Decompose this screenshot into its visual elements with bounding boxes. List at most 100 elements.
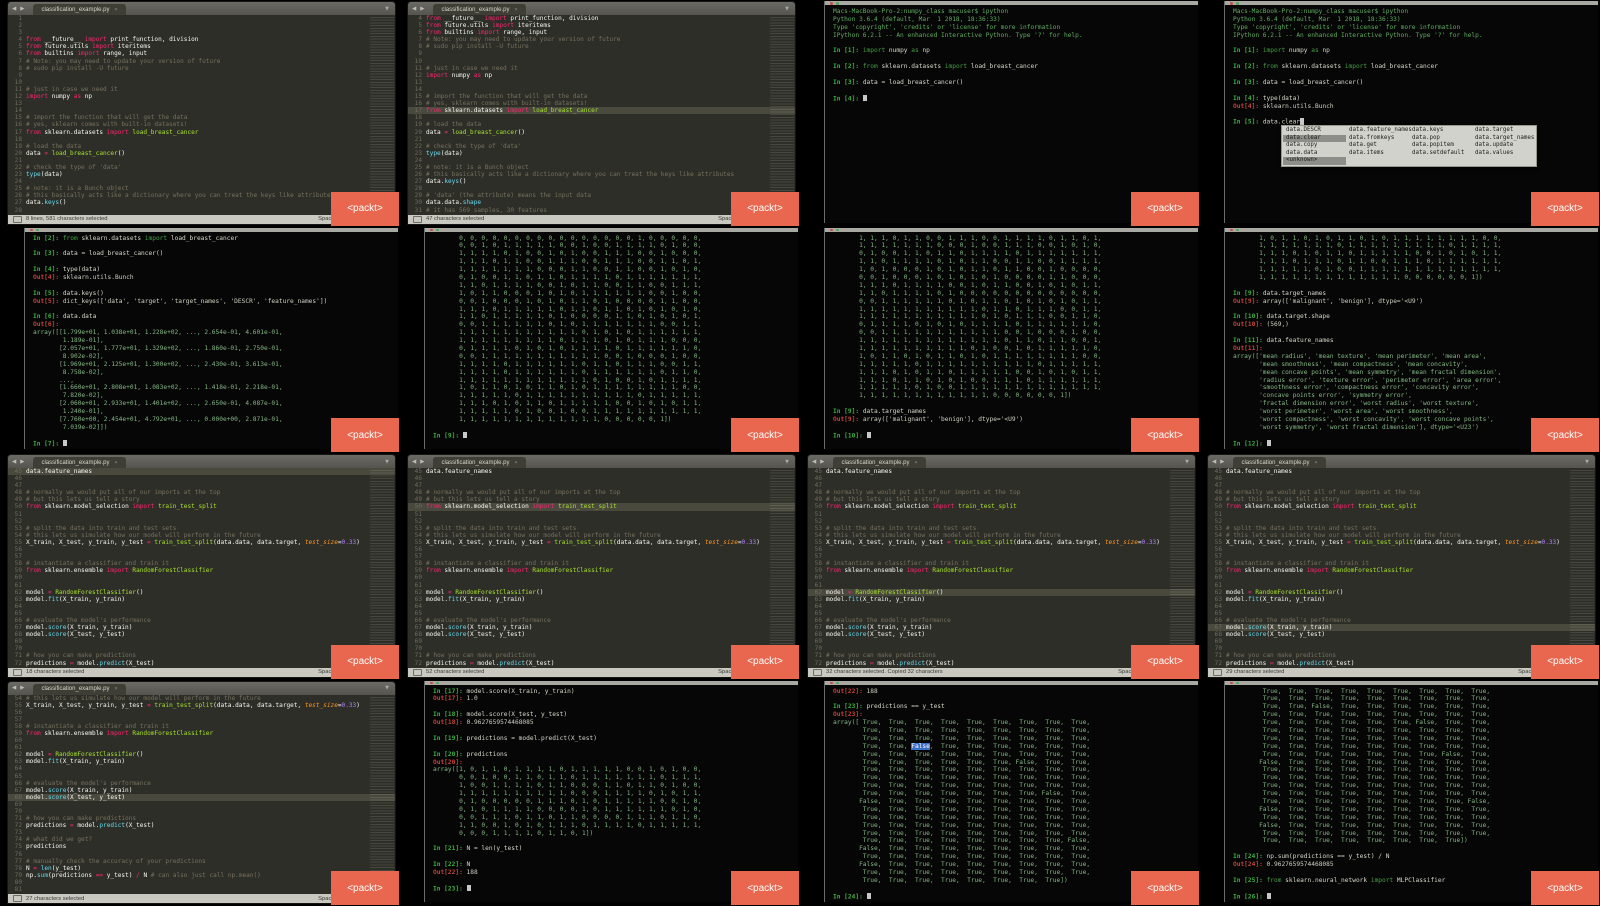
- tab-classification-example[interactable]: classification_example.py ×: [1233, 457, 1326, 468]
- tab-classification-example[interactable]: classification_example.py ×: [433, 457, 526, 468]
- thumb-r2-c1[interactable]: ◀ ▶ classification_example.py × ▼ 45 data.feat…: [400, 453, 800, 680]
- autocomplete-item[interactable]: data.update: [1472, 142, 1535, 150]
- thumb-r1-c1[interactable]: 0, 0, 0, 0, 0, 0, 0, 0, 0, 0, 0, 0, 0, 0…: [400, 226, 800, 453]
- nav-forward-icon[interactable]: ▶: [20, 685, 24, 691]
- minimap[interactable]: [1170, 470, 1194, 667]
- zoom-dot[interactable]: [1236, 2, 1239, 5]
- autocomplete-item[interactable]: data.get: [1346, 142, 1409, 150]
- thumb-r1-c2[interactable]: 1, 1, 1, 0, 1, 1, 0, 0, 1, 1, 1, 0, 0, 1…: [800, 226, 1200, 453]
- zoom-dot[interactable]: [836, 681, 839, 684]
- panel-toggle-icon[interactable]: [413, 668, 422, 676]
- tab-close-icon[interactable]: ×: [1315, 460, 1318, 466]
- zoom-dot[interactable]: [436, 228, 439, 231]
- autocomplete-item[interactable]: data.target_names: [1472, 135, 1535, 143]
- autocomplete-item[interactable]: data.fromkeys: [1346, 135, 1409, 143]
- thumb-r1-c3[interactable]: 1, 0, 1, 1, 0, 1, 0, 1, 1, 0, 1, 0, 1, 1…: [1200, 226, 1600, 453]
- panel-toggle-icon[interactable]: [13, 215, 22, 223]
- thumb-r3-c0[interactable]: ◀ ▶ classification_example.py × ▼ 54 # this le…: [0, 679, 400, 906]
- thumb-r3-c2[interactable]: Out[22]: 188 In [23]: predictions == y_te…: [800, 679, 1200, 906]
- overflow-menu-icon[interactable]: ▼: [785, 6, 789, 12]
- tab-close-icon[interactable]: ×: [115, 7, 118, 13]
- minimap[interactable]: [1570, 470, 1594, 667]
- nav-back-icon[interactable]: ◀: [12, 685, 16, 691]
- close-dot[interactable]: [1230, 228, 1233, 231]
- thumb-r0-c3[interactable]: Macs-MacBook-Pro-2:numpy_class macuser$ …: [1200, 0, 1600, 227]
- overflow-menu-icon[interactable]: ▼: [385, 685, 389, 691]
- overflow-menu-icon[interactable]: ▼: [785, 459, 789, 465]
- thumb-r1-c0[interactable]: In [2]: from sklearn.datasets import loa…: [0, 226, 400, 453]
- minimap[interactable]: [770, 17, 794, 214]
- autocomplete-item[interactable]: data.copy: [1283, 142, 1346, 150]
- thumb-r0-c1[interactable]: ◀ ▶ classification_example.py × ▼ 4 from __fut…: [400, 0, 800, 227]
- nav-forward-icon[interactable]: ▶: [20, 459, 24, 465]
- autocomplete-item[interactable]: data.pop: [1409, 135, 1472, 143]
- close-dot[interactable]: [430, 681, 433, 684]
- nav-forward-icon[interactable]: ▶: [1220, 459, 1224, 465]
- zoom-dot[interactable]: [1236, 228, 1239, 231]
- panel-toggle-icon[interactable]: [813, 668, 822, 676]
- close-dot[interactable]: [830, 681, 833, 684]
- tab-close-icon[interactable]: ×: [115, 460, 118, 466]
- tab-close-icon[interactable]: ×: [515, 7, 518, 13]
- tab-close-icon[interactable]: ×: [515, 460, 518, 466]
- nav-forward-icon[interactable]: ▶: [20, 6, 24, 12]
- nav-back-icon[interactable]: ◀: [12, 6, 16, 12]
- thumb-r0-c2[interactable]: Macs-MacBook-Pro-2:numpy_class macuser$ …: [800, 0, 1200, 227]
- close-dot[interactable]: [1230, 2, 1233, 5]
- tab-classification-example[interactable]: classification_example.py ×: [33, 683, 126, 695]
- zoom-dot[interactable]: [836, 228, 839, 231]
- panel-toggle-icon[interactable]: [1213, 668, 1222, 676]
- tab-classification-example[interactable]: classification_example.py ×: [833, 457, 926, 468]
- nav-forward-icon[interactable]: ▶: [420, 459, 424, 465]
- nav-back-icon[interactable]: ◀: [12, 459, 16, 465]
- overflow-menu-icon[interactable]: ▼: [1585, 459, 1589, 465]
- panel-toggle-icon[interactable]: [13, 668, 22, 676]
- autocomplete-item[interactable]: data.popitem: [1409, 142, 1472, 150]
- tab-close-icon[interactable]: ×: [115, 686, 118, 692]
- minimap[interactable]: [370, 696, 394, 893]
- autocomplete-item[interactable]: data.DESCR: [1283, 127, 1346, 135]
- tab-classification-example[interactable]: classification_example.py ×: [433, 4, 526, 15]
- autocomplete-item[interactable]: data.keys: [1409, 127, 1472, 135]
- close-dot[interactable]: [430, 228, 433, 231]
- minimap[interactable]: [370, 17, 394, 214]
- thumb-r3-c3[interactable]: True, True, True, True, True, True, True…: [1200, 679, 1600, 906]
- tab-classification-example[interactable]: classification_example.py ×: [33, 457, 126, 468]
- thumb-r0-c0[interactable]: ◀ ▶ classification_example.py × ▼ 1 2 3 4 from __…: [0, 0, 400, 227]
- panel-toggle-icon[interactable]: [13, 895, 22, 902]
- nav-back-icon[interactable]: ◀: [412, 459, 416, 465]
- zoom-dot[interactable]: [436, 681, 439, 684]
- tab-classification-example[interactable]: classification_example.py ×: [33, 4, 126, 15]
- overflow-menu-icon[interactable]: ▼: [385, 459, 389, 465]
- panel-toggle-icon[interactable]: [413, 215, 422, 223]
- zoom-dot[interactable]: [36, 228, 39, 231]
- minimap[interactable]: [370, 470, 394, 667]
- nav-forward-icon[interactable]: ▶: [820, 459, 824, 465]
- autocomplete-item[interactable]: data.target: [1472, 127, 1535, 135]
- autocomplete-item[interactable]: data.clear: [1283, 134, 1346, 142]
- thumb-r2-c2[interactable]: ◀ ▶ classification_example.py × ▼ 45 data.feat…: [800, 453, 1200, 680]
- thumb-r2-c0[interactable]: ◀ ▶ classification_example.py × ▼ 45 data.feat…: [0, 453, 400, 680]
- autocomplete-item[interactable]: <unknown>: [1283, 157, 1346, 165]
- close-dot[interactable]: [30, 228, 33, 231]
- nav-back-icon[interactable]: ◀: [1212, 459, 1216, 465]
- zoom-dot[interactable]: [1236, 681, 1239, 684]
- autocomplete-item[interactable]: data.data: [1283, 150, 1346, 158]
- autocomplete-item[interactable]: data.feature_names: [1346, 127, 1412, 135]
- close-dot[interactable]: [830, 228, 833, 231]
- nav-back-icon[interactable]: ◀: [412, 6, 416, 12]
- thumb-r3-c1[interactable]: In [17]: model.score(X_train, y_train) Ou…: [400, 679, 800, 906]
- overflow-menu-icon[interactable]: ▼: [385, 6, 389, 12]
- close-dot[interactable]: [1230, 681, 1233, 684]
- minimap[interactable]: [770, 470, 794, 667]
- autocomplete-item[interactable]: data.values: [1472, 150, 1535, 158]
- close-dot[interactable]: [830, 2, 833, 5]
- tab-close-icon[interactable]: ×: [915, 460, 918, 466]
- overflow-menu-icon[interactable]: ▼: [1185, 459, 1189, 465]
- autocomplete-item[interactable]: data.setdefault: [1409, 150, 1472, 158]
- thumb-r2-c3[interactable]: ◀ ▶ classification_example.py × ▼ 45 data.feat…: [1200, 453, 1600, 680]
- nav-back-icon[interactable]: ◀: [812, 459, 816, 465]
- nav-forward-icon[interactable]: ▶: [420, 6, 424, 12]
- autocomplete-item[interactable]: data.items: [1346, 150, 1409, 158]
- zoom-dot[interactable]: [836, 2, 839, 5]
